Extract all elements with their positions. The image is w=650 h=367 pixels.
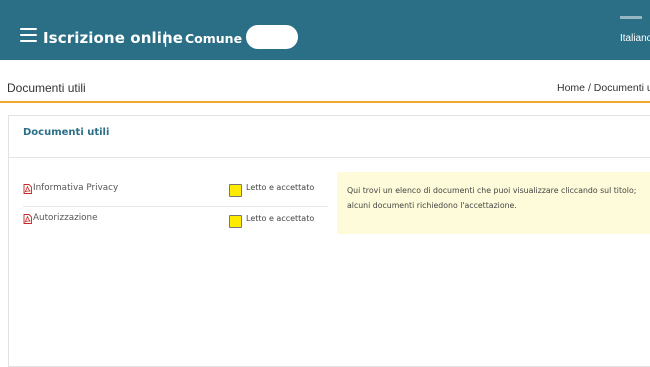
scrolled-header-remnant [24, 0, 584, 4]
title-bar: Documenti utili Home / Documenti u [0, 76, 650, 103]
breadcrumb: Home / Documenti u [557, 82, 650, 94]
scrolled-header-remnant [620, 16, 642, 19]
accept-checkbox[interactable] [229, 184, 242, 197]
document-row: Informativa Privacy Letto e accettato [23, 183, 328, 207]
accept-checkbox-label: Letto e accettato [246, 183, 315, 192]
page-title: Documenti utili [7, 81, 86, 95]
documents-panel: Documenti utili Informativa Privacy Lett… [8, 115, 650, 367]
breadcrumb-separator: / [587, 82, 591, 94]
top-navbar: Iscrizione online | Comune di Italiano [0, 0, 650, 60]
info-text: Qui trovi un elenco di documenti che puo… [347, 186, 637, 210]
accept-checkbox-label: Letto e accettato [246, 214, 315, 223]
info-box: Qui trovi un elenco di documenti che puo… [337, 172, 650, 234]
app-title[interactable]: Iscrizione online [43, 29, 183, 47]
pdf-icon[interactable] [23, 184, 32, 194]
redacted-comune-name [246, 25, 298, 49]
document-row: Autorizzazione Letto e accettato [23, 213, 328, 236]
pdf-icon[interactable] [23, 214, 32, 224]
title-separator: | [163, 29, 169, 47]
hamburger-menu-icon[interactable] [20, 28, 37, 42]
breadcrumb-current: Documenti u [593, 82, 650, 94]
panel-divider [9, 157, 650, 158]
breadcrumb-home-link[interactable]: Home [557, 82, 585, 94]
document-link-informativa-privacy[interactable]: Informativa Privacy [33, 183, 118, 193]
language-selector[interactable]: Italiano [620, 33, 650, 44]
accept-checkbox[interactable] [229, 215, 242, 228]
document-link-autorizzazione[interactable]: Autorizzazione [33, 213, 98, 223]
panel-title: Documenti utili [23, 127, 110, 138]
